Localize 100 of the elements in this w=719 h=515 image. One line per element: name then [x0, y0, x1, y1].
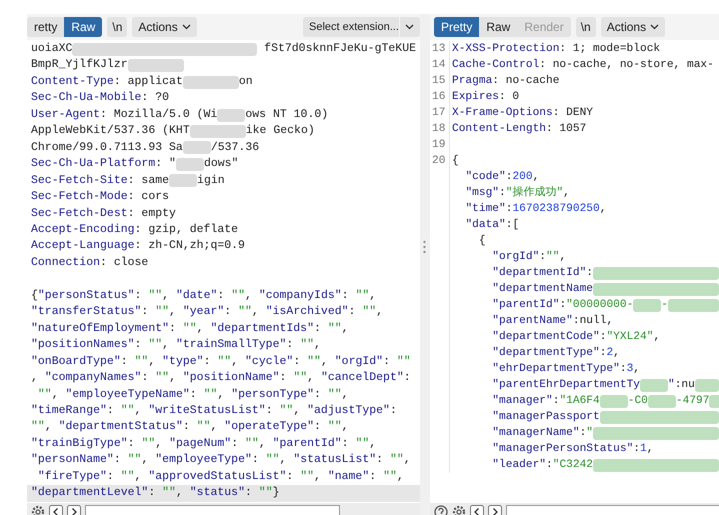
- code-text: "natureOfEmployment": [31, 320, 170, 337]
- code-text: "manager": [492, 394, 553, 409]
- code-text: :: [293, 354, 302, 370]
- code-text: "cancelDept": [320, 370, 404, 386]
- code-text: :: [266, 402, 274, 419]
- code-text: "managerPersonStatus": [492, 442, 634, 457]
- code-text: "orgId": [334, 354, 384, 370]
- previous-icon[interactable]: [470, 505, 484, 515]
- code-text: ,: [162, 337, 170, 354]
- code-text: "": [162, 485, 176, 502]
- code-text: :nu: [674, 378, 695, 393]
- code-text: ,: [404, 452, 411, 468]
- code-text: ,: [217, 386, 226, 403]
- code-text: : 1; mode=block: [559, 42, 660, 57]
- code-text: ,: [176, 485, 184, 502]
- pixelated-redaction: [640, 378, 668, 392]
- next-icon[interactable]: [488, 505, 502, 515]
- code-text: :: [404, 370, 411, 386]
- code-text: "adjustType": [307, 402, 390, 419]
- code-text: -: [661, 298, 668, 313]
- code-text: "employeeTypeName": [66, 386, 190, 403]
- code-text: "year": [182, 304, 224, 320]
- code-text: :: [134, 337, 142, 354]
- code-text: Cache-Control: [452, 58, 540, 73]
- code-text: "personType": [231, 386, 314, 403]
- code-text: "operateType": [224, 419, 314, 436]
- code-text: ike Gecko): [246, 123, 315, 140]
- actions-button[interactable]: Actions: [600, 17, 666, 37]
- editor-pane[interactable]: [430, 40, 719, 503]
- code-text: "": [155, 370, 170, 386]
- code-text: "companyIds": [258, 288, 342, 304]
- code-text: "操作成功": [506, 185, 564, 201]
- code-text: :: [552, 394, 560, 409]
- code-text: "": [148, 288, 162, 304]
- code-text: "timeRange": [31, 402, 107, 419]
- code-text: "": [266, 452, 280, 468]
- code-text: ,: [169, 304, 177, 320]
- code-text: ,: [314, 337, 321, 354]
- code-text: ,: [31, 370, 39, 386]
- editor-pane[interactable]: [27, 40, 420, 503]
- code-text: "positionName": [182, 370, 280, 386]
- code-text: "": [328, 386, 342, 403]
- code-text: :: [546, 458, 553, 473]
- code-text: "": [134, 354, 148, 370]
- code-text: : 0: [499, 90, 520, 105]
- code-text: "": [280, 402, 294, 419]
- extension-dropdown[interactable]: Select extension...: [303, 17, 420, 37]
- code-text: : Mozilla/5.0 (Wi: [100, 106, 218, 123]
- code-text: : empty: [128, 206, 176, 222]
- newline-toggle-button[interactable]: \n: [107, 17, 128, 37]
- settings-icon[interactable]: [452, 505, 466, 515]
- code-text: uoiaXC: [31, 41, 72, 57]
- code-text: "departmentType": [492, 346, 600, 361]
- drag-handle-icon[interactable]: [423, 240, 426, 254]
- chevron-down-icon: [405, 24, 414, 30]
- pixelated-redaction: [169, 174, 198, 188]
- help-icon[interactable]: [434, 505, 448, 515]
- code-text: :: [204, 354, 212, 370]
- code-text: "parentEhrDepartmentTy: [492, 378, 640, 393]
- line-number: 15: [431, 74, 446, 89]
- code-text: ,: [258, 436, 267, 452]
- code-text: "personName": [31, 452, 114, 468]
- next-icon[interactable]: [67, 505, 81, 515]
- code-text: "": [328, 419, 342, 436]
- code-text: Connection: [31, 254, 100, 271]
- code-text: ,: [231, 354, 240, 370]
- pixelated-redaction: [633, 298, 662, 312]
- view-tab[interactable]: Raw: [64, 17, 102, 37]
- code-text: :: [506, 170, 512, 185]
- code-text: "": [258, 485, 273, 502]
- code-text: AppleWebKit/537.36 (KHT: [31, 123, 190, 140]
- code-text: : DENY: [552, 106, 594, 121]
- newline-toggle-button[interactable]: \n: [576, 17, 596, 37]
- code-text: ,: [196, 320, 205, 337]
- code-text: :: [499, 186, 506, 201]
- code-text: 200: [512, 170, 533, 185]
- code-text: :: [369, 468, 378, 485]
- code-text: Content-Type: [31, 74, 114, 90]
- code-text: ,: [314, 468, 322, 485]
- settings-icon[interactable]: [31, 505, 45, 515]
- code-text: : no-cache, no-store, max-: [539, 58, 714, 73]
- code-text: "ehrDepartmentType": [492, 362, 620, 377]
- code-text: "": [396, 354, 411, 370]
- code-text: "": [182, 320, 197, 337]
- previous-icon[interactable]: [49, 505, 63, 515]
- code-text: :: [620, 362, 627, 377]
- code-text: :: [148, 485, 156, 502]
- code-text: :: [314, 419, 322, 436]
- code-text: "managerName": [492, 426, 580, 441]
- code-text: ,: [280, 452, 288, 468]
- code-text: : close: [100, 254, 148, 271]
- code-text: dows": [204, 156, 238, 172]
- actions-button[interactable]: Actions: [132, 17, 197, 37]
- code-text: "": [293, 370, 308, 386]
- code-text: : ?0: [141, 90, 170, 106]
- code-text: "msg": [465, 186, 500, 201]
- code-text: :: [348, 304, 356, 320]
- code-text: "time": [465, 202, 506, 217]
- view-tab[interactable]: Pretty: [434, 17, 480, 37]
- code-text: Sec-Fetch-Dest: [31, 206, 128, 222]
